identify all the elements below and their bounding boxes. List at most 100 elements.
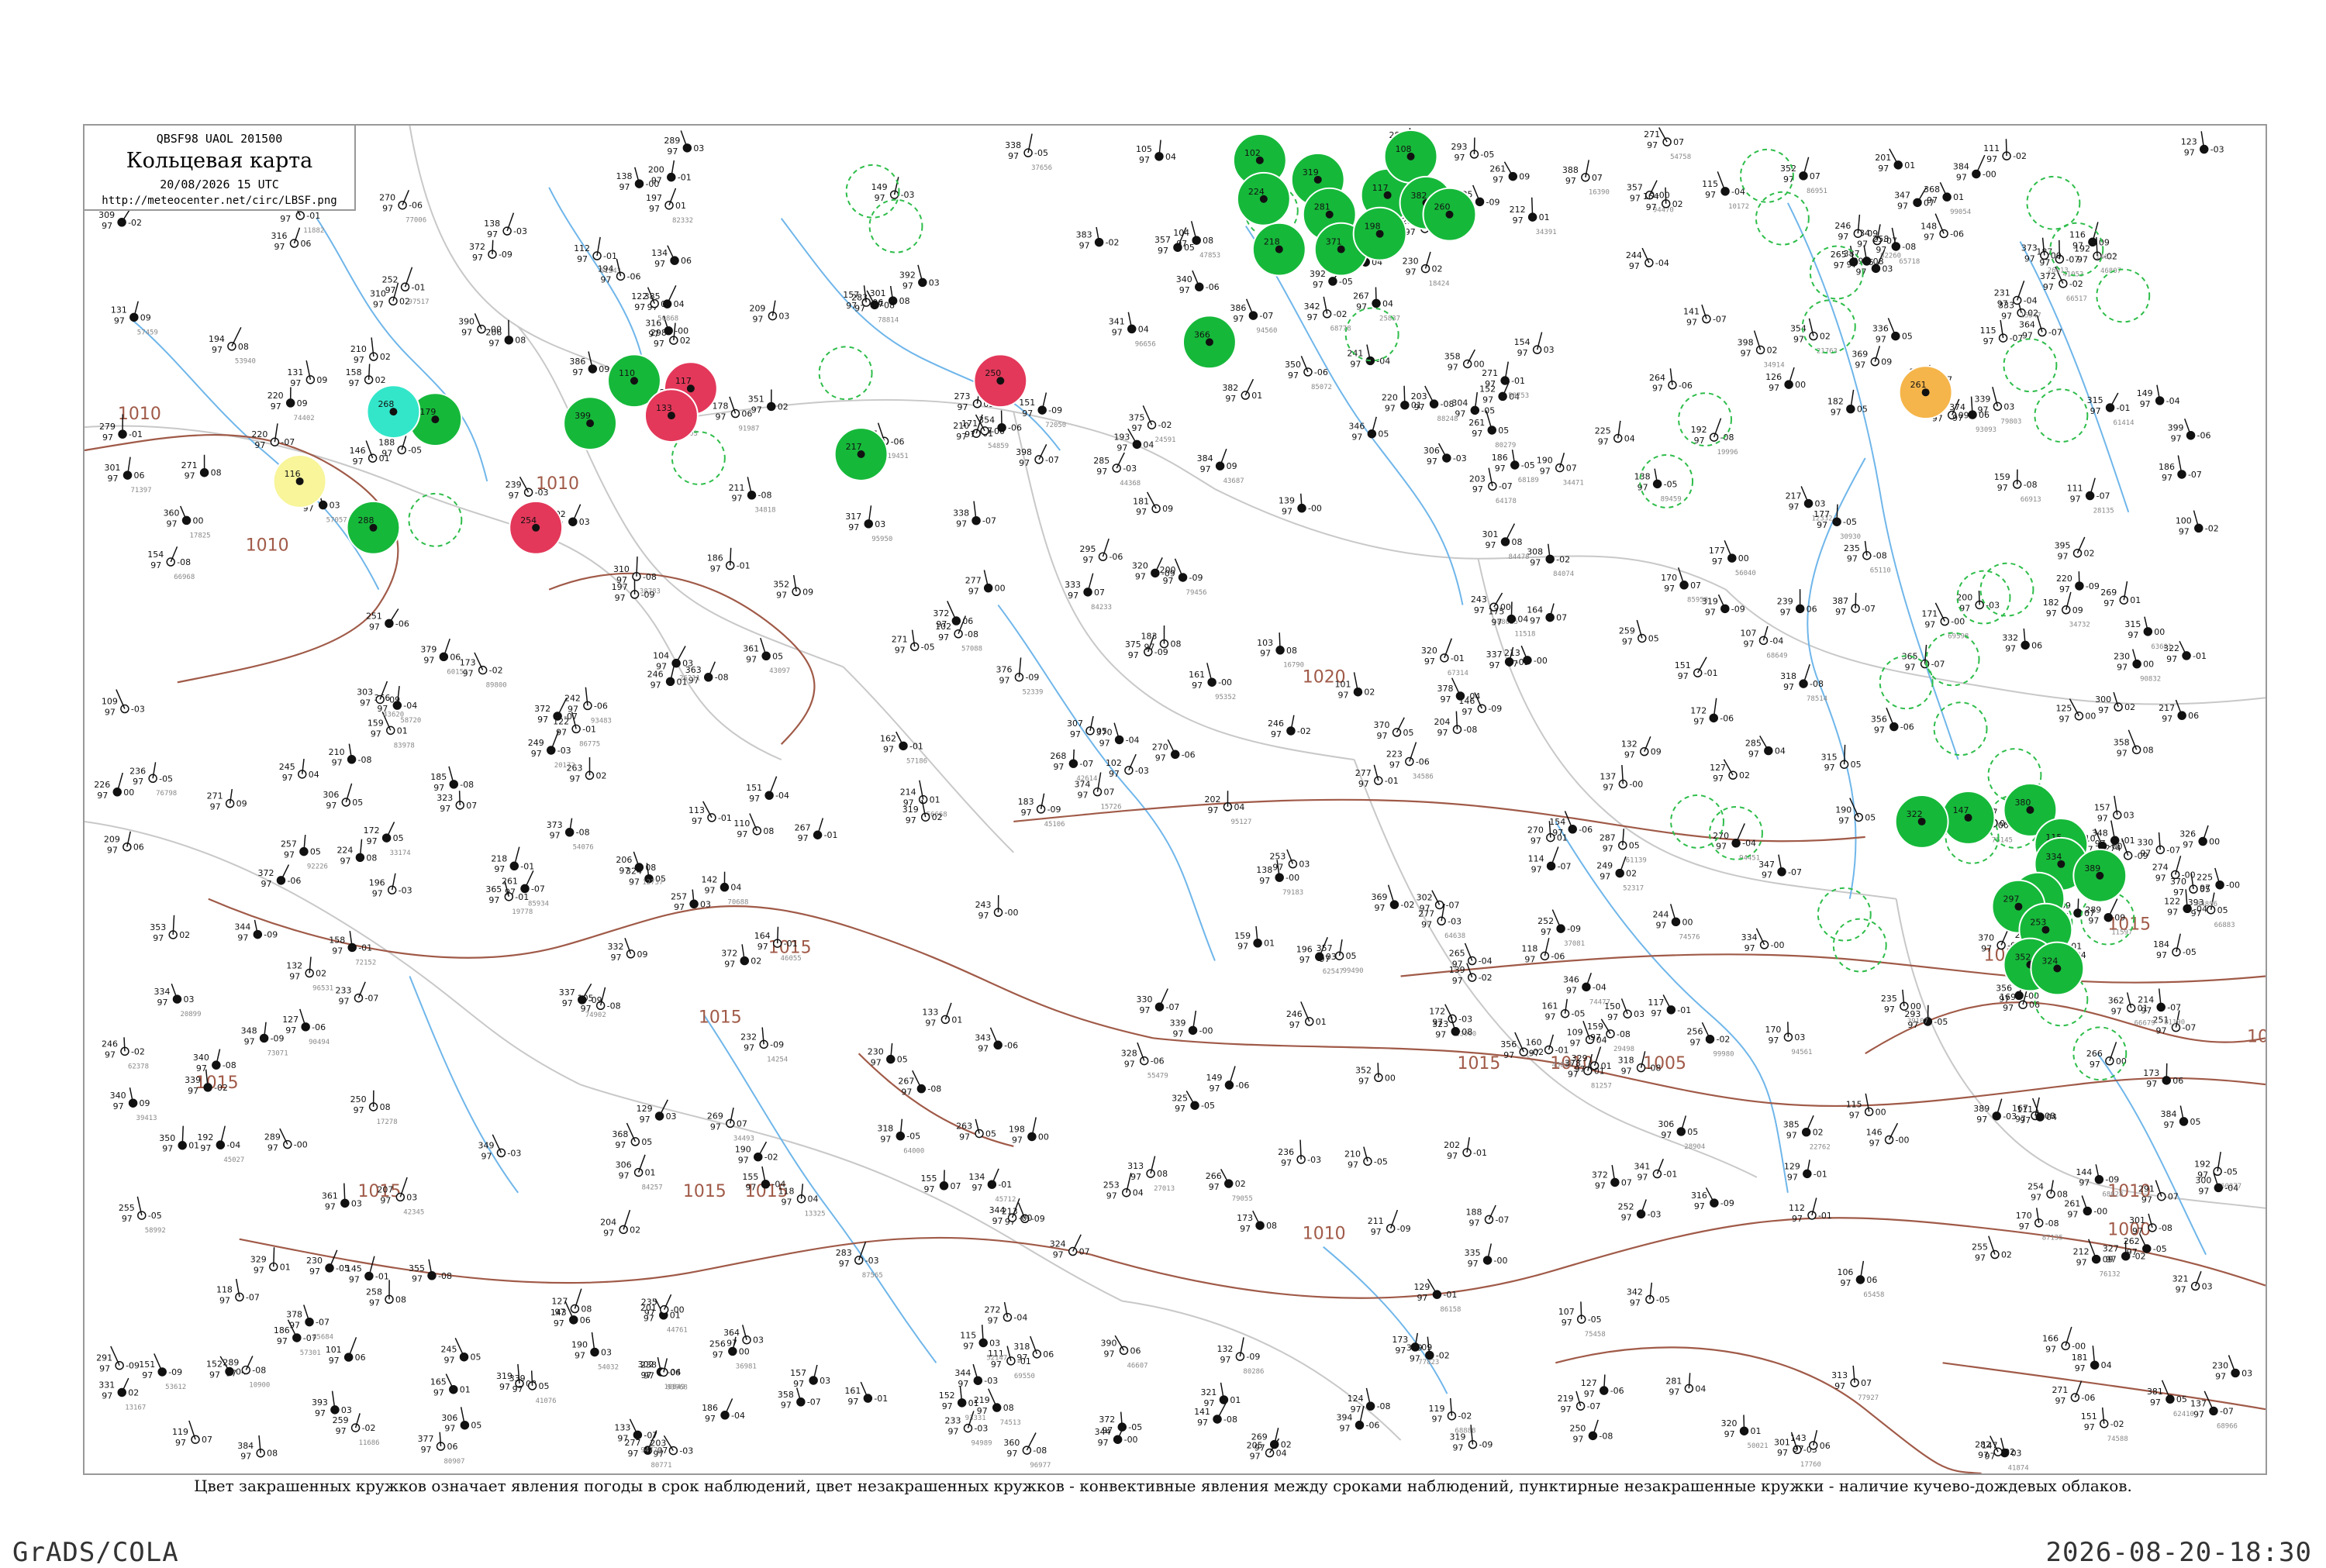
- station-tendency: -06: [2197, 431, 2211, 441]
- station-plot: 190970354032: [571, 1332, 619, 1372]
- station-pressure: 398: [1738, 337, 1754, 347]
- station-plot: 37397-0854076: [547, 818, 594, 852]
- river-line: [704, 1015, 937, 1363]
- station-tendency: -08: [358, 755, 372, 765]
- station-index: 34391: [1536, 229, 1557, 236]
- wind-barb: [1702, 1022, 1710, 1039]
- station-temp: 97: [1874, 725, 1885, 736]
- station-tendency: 02: [179, 930, 190, 940]
- station-pressure: 139: [1449, 965, 1465, 975]
- station-temp: 97: [2171, 434, 2182, 444]
- station-tendency: -01: [909, 741, 923, 751]
- station-tendency: -08: [643, 572, 657, 582]
- station-temp: 97: [349, 1274, 360, 1284]
- station-tendency: -05: [1664, 479, 1678, 489]
- station-temp: 97: [2215, 1371, 2226, 1381]
- station-pressure: 209: [749, 304, 765, 314]
- station-pressure: 115: [1702, 179, 1718, 189]
- station-temp: 97: [2055, 1396, 2065, 1406]
- station-plot: 339970541076: [509, 1370, 557, 1404]
- station-temp: 97: [1997, 483, 2008, 493]
- station-temp: 97: [732, 494, 743, 504]
- station-pressure: 266: [1206, 1171, 1222, 1181]
- station-temp: 97: [433, 1388, 444, 1398]
- station-tendency: 02: [128, 1387, 139, 1397]
- station-index: 79456: [1186, 589, 1207, 597]
- station-pressure: 139: [1279, 496, 1295, 506]
- station-pressure: 337: [1486, 650, 1503, 660]
- station-tendency: -00: [1005, 908, 1019, 918]
- station-temp: 97: [1897, 201, 1908, 211]
- station-index: 68189: [1518, 477, 1539, 484]
- station-tendency: 03: [778, 312, 789, 322]
- station-pressure: 288: [357, 515, 374, 526]
- station-pressure: 339: [1170, 1018, 1186, 1028]
- station-pressure: 179: [419, 407, 436, 417]
- station-pressure: 164: [754, 931, 771, 941]
- station-temp: 97: [2183, 839, 2193, 849]
- station-pressure: 332: [608, 942, 624, 952]
- station-pressure: 265: [1449, 949, 1465, 959]
- station-pressure: 197: [612, 582, 628, 592]
- station-temp: 97: [554, 1318, 564, 1328]
- station-tendency: -01: [1677, 1005, 1691, 1015]
- station-tendency: 00: [2085, 712, 2096, 722]
- station-temp: 97: [339, 997, 350, 1007]
- station-pressure: 141: [1194, 1407, 1210, 1417]
- station-temp: 97: [167, 519, 178, 529]
- station-temp: 97: [1070, 729, 1081, 739]
- station-plot: 3729702: [721, 944, 761, 969]
- station-pressure: 323: [1432, 1019, 1448, 1029]
- station-pressure: 204: [600, 1217, 616, 1227]
- station-pressure: 319: [1450, 1432, 1466, 1442]
- station-index: 44761: [667, 1327, 688, 1335]
- station-pressure: 371: [1326, 237, 1342, 247]
- station-plot: 27097-0494451: [1713, 823, 1760, 862]
- station-plot: 3249707: [1050, 1235, 1090, 1260]
- station-tendency: 05: [1687, 1127, 1698, 1137]
- wind-barb: [1788, 1022, 1789, 1037]
- station-tendency: -06: [1008, 423, 1022, 433]
- station-pressure: 243: [975, 900, 992, 910]
- station-temp: 97: [261, 879, 272, 889]
- station-temp: 97: [122, 1214, 133, 1224]
- station-plot: 1019706: [326, 1337, 366, 1366]
- station-tendency: -03: [513, 226, 527, 236]
- station-tendency: 00: [2154, 627, 2165, 637]
- station-tendency: 08: [763, 826, 774, 836]
- station-plot: 2209701: [1382, 386, 1422, 414]
- station-tendency: -06: [1416, 756, 1430, 767]
- wind-barb: [369, 364, 370, 379]
- station-tendency: 05: [310, 847, 321, 857]
- station-tendency: -08: [576, 828, 590, 838]
- station-index: 99054: [1950, 208, 1971, 216]
- station-index: 73071: [267, 1049, 288, 1057]
- station-tendency: 04: [674, 299, 685, 309]
- station-plot: 287970561139: [1600, 829, 1647, 864]
- station-marker: [2143, 1245, 2151, 1253]
- station-tendency: 01: [1316, 1017, 1327, 1027]
- station-tendency: 07: [1861, 1378, 1872, 1388]
- station-temp: 97: [412, 1274, 423, 1284]
- station-plot: 21097-05: [1344, 1147, 1388, 1170]
- map-url[interactable]: http://meteocenter.net/circ/LBSF.png: [85, 195, 354, 207]
- station-plot: 37697-0952339: [996, 657, 1044, 696]
- station-index: 46055: [781, 955, 802, 963]
- station-pressure: 378: [1565, 1059, 1581, 1069]
- station-tendency: 05: [772, 651, 783, 661]
- station-tendency: 02: [316, 969, 326, 979]
- station-pressure: 178: [712, 401, 728, 412]
- station-marker: [123, 843, 131, 851]
- station-tendency: -04: [1466, 691, 1480, 701]
- station-index: 86775: [579, 740, 600, 748]
- wind-barb: [2162, 1380, 2170, 1399]
- station-plot: 393970566883: [2188, 893, 2235, 929]
- station-pressure: 399: [2168, 423, 2184, 433]
- station-index: 68966: [2217, 1422, 2238, 1430]
- station-tendency: 07: [1079, 1247, 1090, 1257]
- station-pressure: 343: [975, 1032, 991, 1042]
- station-pressure: 190: [1537, 456, 1553, 466]
- station-tendency: 02: [778, 401, 789, 412]
- station-plot: 3929703: [899, 265, 940, 291]
- station-pressure: 318: [1780, 671, 1796, 681]
